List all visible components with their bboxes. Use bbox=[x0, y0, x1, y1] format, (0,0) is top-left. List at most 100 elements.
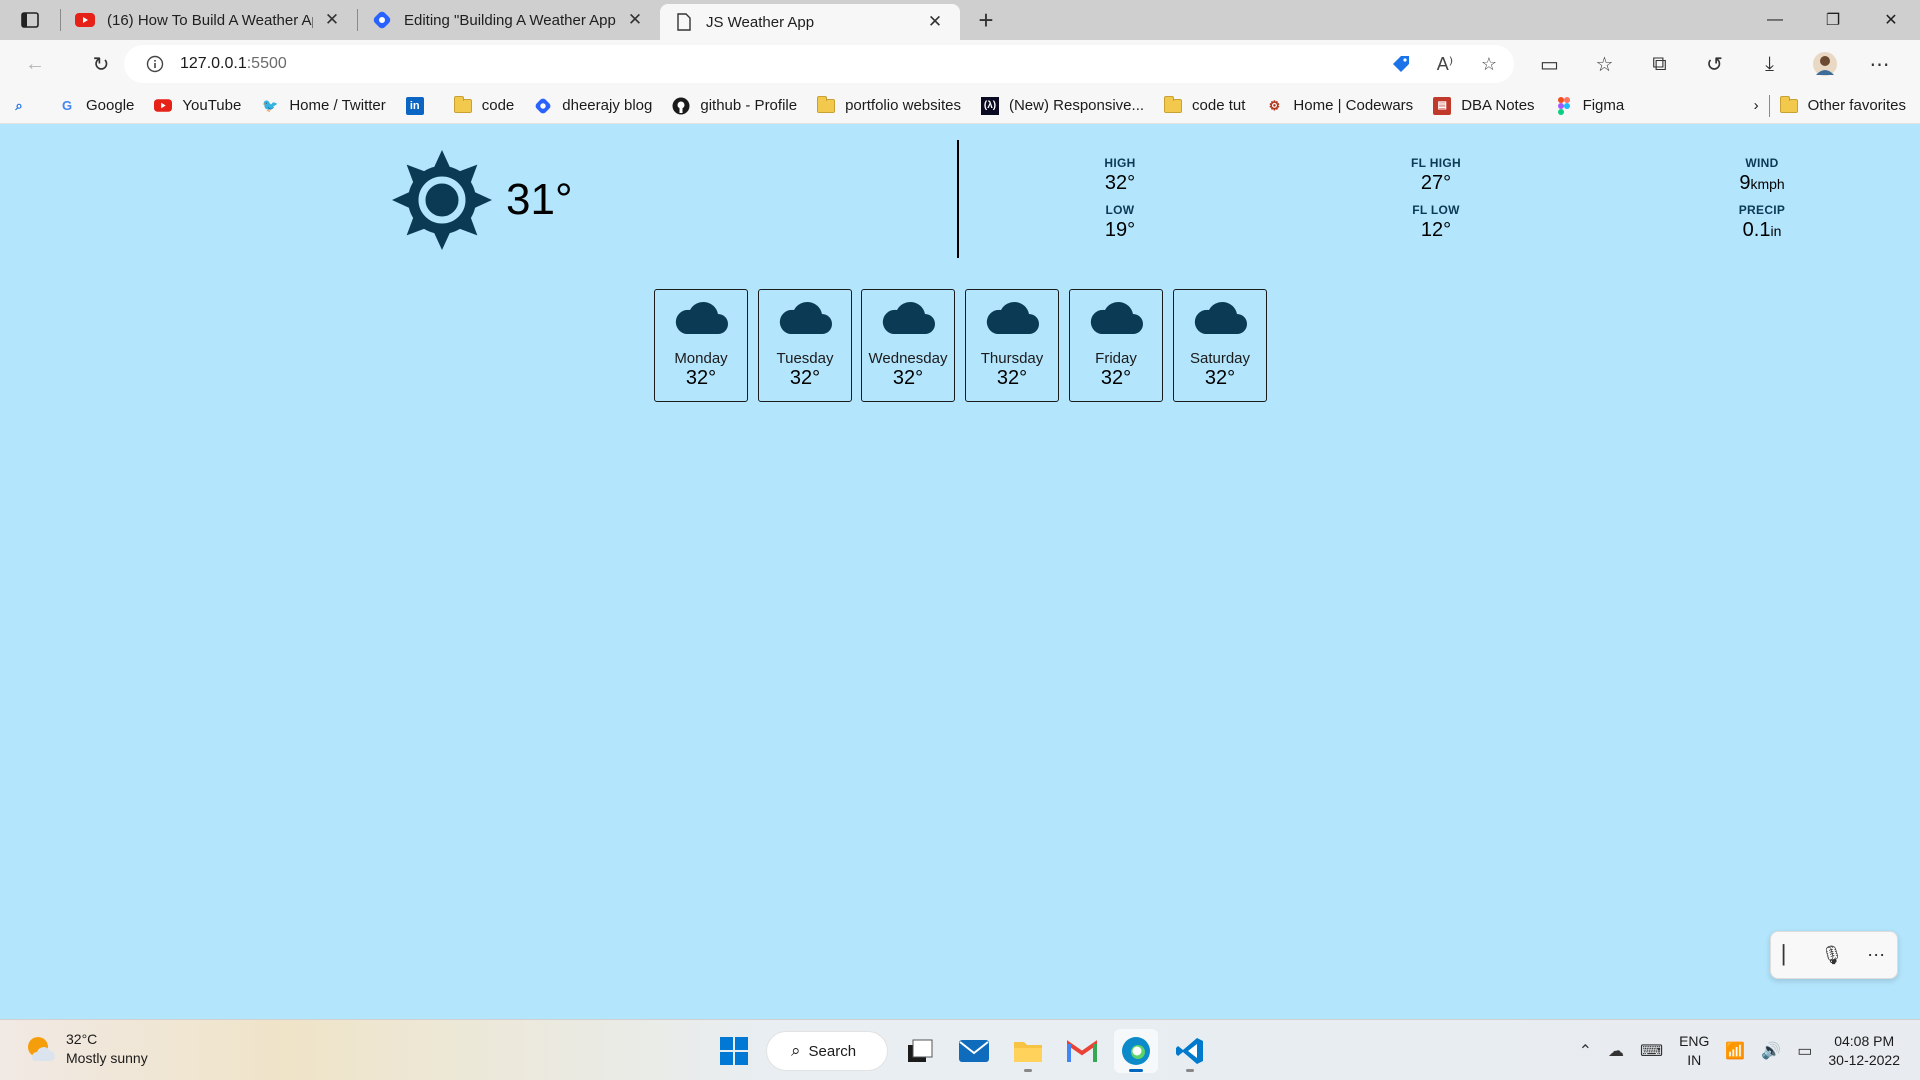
url-port: :5500 bbox=[246, 55, 287, 72]
drag-handle-icon[interactable]: ▏ bbox=[1783, 945, 1797, 966]
address-bar-actions: A⁾ ☆ bbox=[1386, 45, 1504, 83]
favorite-label: code bbox=[481, 97, 515, 114]
favorite-code-tut[interactable]: code tut bbox=[1154, 88, 1255, 124]
microphone-icon[interactable]: 🎙 bbox=[1820, 945, 1843, 966]
region-code: IN bbox=[1687, 1052, 1702, 1068]
stat-label: FL LOW bbox=[1412, 203, 1460, 217]
vscode-app-button[interactable] bbox=[1168, 1029, 1212, 1073]
chevron-up-icon[interactable]: ⌃ bbox=[1579, 1041, 1592, 1061]
collections-icon[interactable]: ⧉ bbox=[1632, 40, 1687, 88]
day-name: Saturday bbox=[1189, 350, 1251, 367]
search-icon: ⌕ bbox=[15, 97, 23, 113]
mail-icon bbox=[959, 1040, 989, 1062]
read-aloud-icon[interactable]: A⁾ bbox=[1430, 49, 1460, 79]
favorite-freecodecamp[interactable]: (λ) (New) Responsive... bbox=[971, 88, 1154, 124]
tab-actions-icon bbox=[21, 12, 39, 28]
gmail-app-button[interactable] bbox=[1060, 1029, 1104, 1073]
volume-icon[interactable]: 🔊 bbox=[1761, 1041, 1781, 1061]
day-name: Monday bbox=[674, 350, 728, 367]
system-tray: ⌃ ☁ ⌨ ENG IN 📶 🔊 ▭ 04:08 PM 30-12-2022 bbox=[1579, 1028, 1900, 1074]
favorite-codewars[interactable]: ⚙ Home | Codewars bbox=[1255, 88, 1423, 124]
favorite-twitter[interactable]: 🐦 Home / Twitter bbox=[251, 88, 395, 124]
favorite-figma[interactable]: Figma bbox=[1545, 88, 1635, 124]
close-window-button[interactable]: ✕ bbox=[1862, 0, 1920, 40]
shopping-tag-icon[interactable] bbox=[1386, 49, 1416, 79]
add-favorite-icon[interactable]: ☆ bbox=[1474, 49, 1504, 79]
keyboard-icon[interactable]: ⌨ bbox=[1640, 1041, 1663, 1061]
taskbar-weather-widget[interactable]: 32°C Mostly sunny bbox=[24, 1030, 148, 1068]
favorite-linkedin[interactable]: in bbox=[396, 88, 444, 124]
download-icon[interactable]: ⤓ bbox=[1742, 40, 1797, 88]
day-name: Friday bbox=[1095, 350, 1137, 367]
favorite-label: dheerajy blog bbox=[562, 97, 653, 114]
wifi-icon[interactable]: 📶 bbox=[1725, 1041, 1745, 1061]
window-controls: — ❐ ✕ bbox=[1746, 0, 1920, 40]
day-temp: 32° bbox=[685, 367, 717, 389]
stat-low: LOW 19° bbox=[1090, 203, 1150, 241]
address-bar[interactable]: 127.0.0.1:5500 A⁾ ☆ bbox=[124, 45, 1514, 83]
cast-icon[interactable]: ▭ bbox=[1522, 40, 1577, 88]
favorites-overflow-button[interactable]: › bbox=[1744, 88, 1769, 124]
back-button[interactable]: ← bbox=[12, 44, 58, 84]
mail-app-button[interactable] bbox=[952, 1029, 996, 1073]
taskbar: 32°C Mostly sunny ⌕ Search ⌃ ☁ ⌨ ENG IN … bbox=[0, 1019, 1920, 1080]
task-view-button[interactable] bbox=[898, 1029, 942, 1073]
minimize-button[interactable]: — bbox=[1746, 0, 1804, 40]
clock[interactable]: 04:08 PM 30-12-2022 bbox=[1828, 1032, 1900, 1070]
precip-unit: in bbox=[1770, 223, 1782, 239]
avatar[interactable] bbox=[1797, 40, 1852, 88]
edge-app-button[interactable] bbox=[1114, 1029, 1158, 1073]
stat-value: 19° bbox=[1104, 219, 1136, 241]
favorite-youtube[interactable]: YouTube bbox=[144, 88, 251, 124]
tab-js-weather-app[interactable]: JS Weather App ✕ bbox=[660, 4, 960, 40]
day-card: Friday 32° bbox=[1069, 289, 1163, 402]
wind-value: 9 bbox=[1739, 172, 1751, 194]
favorite-label: Other favorites bbox=[1807, 97, 1906, 114]
favorites-icon[interactable]: ☆ bbox=[1577, 40, 1632, 88]
stat-feels-like-low: FL LOW 12° bbox=[1396, 203, 1476, 241]
google-icon: G bbox=[61, 98, 73, 113]
day-temp: 32° bbox=[1204, 367, 1236, 389]
tab-close-button[interactable]: ✕ bbox=[624, 9, 646, 31]
more-options-icon[interactable]: ⋯ bbox=[1867, 945, 1885, 966]
favorite-google[interactable]: G Google bbox=[48, 88, 144, 124]
battery-icon[interactable]: ▭ bbox=[1797, 1041, 1812, 1061]
running-indicator bbox=[1024, 1069, 1032, 1072]
refresh-button[interactable]: ↻ bbox=[78, 44, 124, 84]
favorite-dba-notes[interactable]: ▤ DBA Notes bbox=[1423, 88, 1544, 124]
favorite-portfolio-websites[interactable]: portfolio websites bbox=[807, 88, 971, 124]
tab-close-button[interactable]: ✕ bbox=[924, 11, 946, 33]
history-icon[interactable]: ↺ bbox=[1687, 40, 1742, 88]
tab-editing[interactable]: Editing "Building A Weather App ✕ bbox=[358, 0, 660, 40]
site-info-icon[interactable] bbox=[138, 55, 172, 73]
stat-value: 27° bbox=[1420, 172, 1452, 194]
new-tab-button[interactable]: + bbox=[966, 0, 1006, 40]
partly-sunny-icon bbox=[28, 1037, 55, 1061]
favorite-code[interactable]: code bbox=[444, 88, 525, 124]
favorite-other[interactable]: Other favorites bbox=[1770, 88, 1916, 124]
stat-label: HIGH bbox=[1104, 156, 1136, 170]
url-text[interactable]: 127.0.0.1:5500 bbox=[180, 55, 287, 73]
day-name: Thursday bbox=[980, 350, 1044, 367]
favorite-dheerajy-blog[interactable]: dheerajy blog bbox=[524, 88, 662, 124]
language-indicator[interactable]: ENG IN bbox=[1679, 1032, 1709, 1070]
onedrive-icon[interactable]: ☁ bbox=[1608, 1041, 1624, 1061]
restore-button[interactable]: ❐ bbox=[1804, 0, 1862, 40]
favorite-github[interactable]: github - Profile bbox=[662, 88, 807, 124]
tab-actions-button[interactable] bbox=[0, 0, 60, 40]
stat-value: 0.1in bbox=[1712, 219, 1812, 242]
taskbar-search[interactable]: ⌕ Search bbox=[766, 1031, 888, 1071]
windows-icon bbox=[720, 1037, 748, 1065]
day-card: Wednesday 32° bbox=[861, 289, 955, 402]
cloud-icon bbox=[655, 300, 747, 338]
cloud-icon bbox=[759, 300, 851, 338]
day-temp: 32° bbox=[1100, 367, 1132, 389]
tab-youtube[interactable]: (16) How To Build A Weather App ✕ bbox=[61, 0, 357, 40]
favorites-search[interactable]: ⌕ bbox=[0, 88, 48, 124]
arrow-left-icon: ← bbox=[25, 52, 45, 75]
vscode-icon bbox=[1176, 1038, 1203, 1064]
start-button[interactable] bbox=[712, 1029, 756, 1073]
file-explorer-button[interactable] bbox=[1006, 1029, 1050, 1073]
more-menu-icon[interactable]: ⋯ bbox=[1852, 40, 1907, 88]
tab-close-button[interactable]: ✕ bbox=[321, 9, 343, 31]
